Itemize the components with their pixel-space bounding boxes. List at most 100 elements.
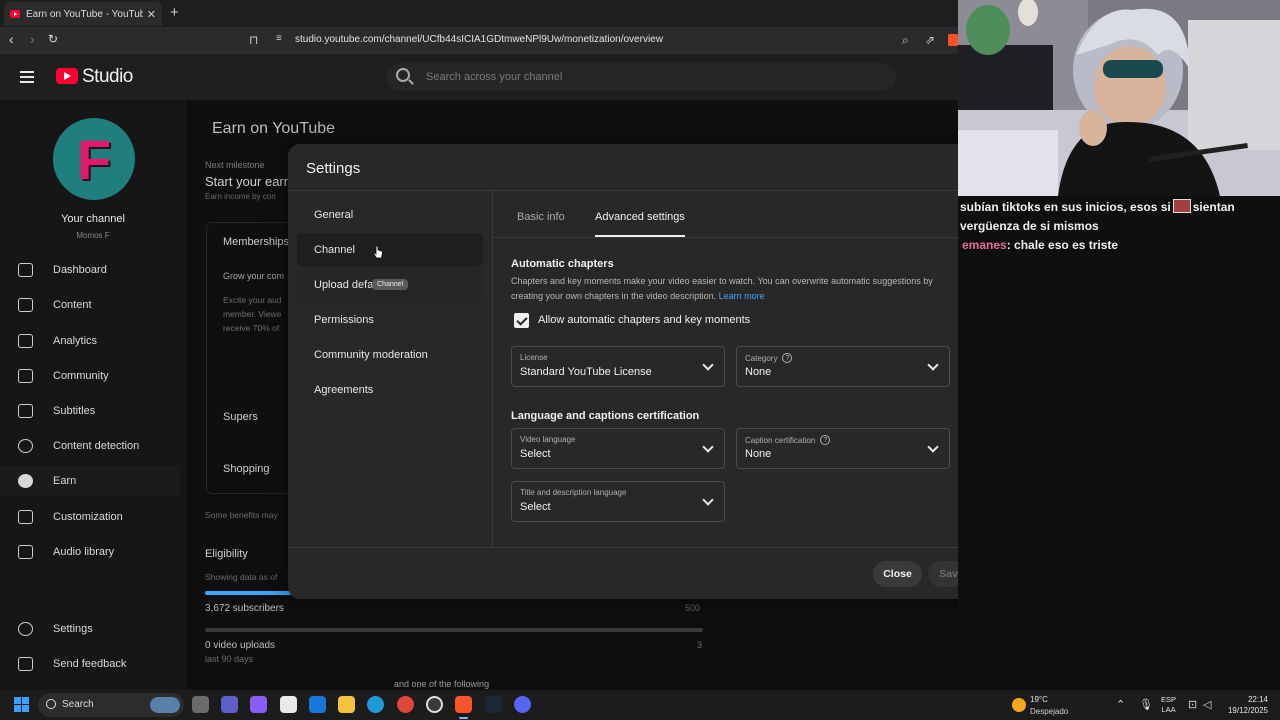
obs-icon[interactable]	[426, 696, 443, 713]
language-captions-heading: Language and captions certification	[511, 410, 700, 422]
bookmark-icon[interactable]: ⊓	[249, 33, 258, 47]
browser-tab[interactable]: Earn on YouTube - YouTube Stu ✕	[4, 2, 162, 26]
chrome-icon[interactable]	[397, 696, 414, 713]
weather-description: Despejado	[1030, 707, 1069, 716]
address-bar[interactable]: studio.youtube.com/channel/UCfb44sICIA1G…	[295, 34, 663, 45]
learn-more-link[interactable]: Learn more	[719, 291, 765, 301]
divider	[288, 547, 992, 548]
menu-icon[interactable]	[20, 71, 34, 83]
community-icon	[18, 369, 33, 383]
sidebar-item-customization[interactable]: Customization	[0, 502, 180, 532]
sidebar-item-label: Content	[53, 299, 92, 311]
sidebar-item-send-feedback[interactable]: Send feedback	[0, 649, 180, 679]
windows-start-icon[interactable]	[14, 697, 30, 713]
feedback-icon	[18, 657, 33, 671]
settings-nav-channel[interactable]: Channel	[297, 233, 483, 267]
auto-chapters-label[interactable]: Allow automatic chapters and key moments	[538, 314, 750, 326]
close-button[interactable]: Close	[873, 561, 922, 587]
volume-icon[interactable]: ◁	[1203, 698, 1211, 711]
teams-icon[interactable]	[221, 696, 238, 713]
reload-icon[interactable]: ↻	[48, 32, 58, 46]
dashboard-icon	[18, 263, 33, 277]
one-of-following-text: and one of the following	[394, 679, 490, 689]
settings-nav-permissions[interactable]: Permissions	[297, 303, 483, 337]
tab-advanced-settings[interactable]: Advanced settings	[595, 211, 685, 223]
system-clock[interactable]: 22:14 19/12/2025	[1218, 694, 1268, 716]
settings-nav-community-moderation[interactable]: Community moderation	[297, 338, 483, 372]
nav-label: Upload defa	[314, 279, 374, 291]
share-icon[interactable]: ⇗	[925, 33, 935, 47]
new-tab-icon[interactable]: +	[170, 4, 179, 21]
emote-icon	[1172, 199, 1191, 213]
discord-icon[interactable]	[514, 696, 531, 713]
caption-certification-value: None	[745, 448, 772, 460]
zoom-icon[interactable]: ⌕	[902, 33, 909, 48]
uploads-period: last 90 days	[205, 654, 254, 664]
caption-certification-select[interactable]: Caption certification? None	[736, 428, 950, 469]
chevron-up-icon[interactable]: ⌃	[1116, 698, 1125, 711]
sidebar-item-settings[interactable]: Settings	[0, 614, 180, 644]
page-title: Earn on YouTube	[212, 120, 336, 137]
file-explorer-icon[interactable]	[338, 696, 355, 713]
sidebar-item-content-detection[interactable]: Content detection	[0, 431, 180, 461]
avatar-letter: F	[76, 127, 112, 191]
sidebar-item-earn[interactable]: Earn	[0, 466, 180, 496]
title-description-language-select[interactable]: Title and description language Select	[511, 481, 725, 522]
microphone-icon[interactable]: 🎙	[1139, 698, 1153, 711]
sidebar-item-label: Send feedback	[53, 658, 127, 670]
sidebar-item-dashboard[interactable]: Dashboard	[0, 255, 180, 285]
forward-icon[interactable]: ›	[30, 31, 35, 47]
edge-icon[interactable]	[367, 696, 384, 713]
subtitles-icon	[18, 404, 33, 418]
license-label: License	[520, 353, 548, 362]
network-icon[interactable]: ⊡	[1188, 698, 1197, 711]
video-language-select[interactable]: Video language Select	[511, 428, 725, 469]
chat-text: subían tiktoks en sus inicios, esos si	[960, 200, 1171, 214]
input-language[interactable]: ESP LAA	[1161, 695, 1176, 715]
sidebar-item-subtitles[interactable]: Subtitles	[0, 396, 180, 426]
supers-heading[interactable]: Supers	[223, 411, 258, 423]
license-select[interactable]: License Standard YouTube License	[511, 346, 725, 387]
shopping-heading[interactable]: Shopping	[223, 463, 270, 475]
store-icon[interactable]	[280, 696, 297, 713]
auto-chapters-checkbox[interactable]	[514, 313, 529, 328]
search-bar[interactable]: Search across your channel	[386, 63, 896, 91]
sidebar-item-content[interactable]: Content	[0, 290, 180, 320]
studio-logo-text[interactable]: Studio	[82, 66, 133, 88]
category-select[interactable]: Category? None	[736, 346, 950, 387]
help-icon[interactable]: ?	[820, 435, 831, 445]
sidebar-item-label: Earn	[53, 475, 77, 487]
sidebar-item-label: Content detection	[53, 440, 140, 452]
sidebar-item-label: Settings	[53, 623, 93, 635]
channel-tooltip: Channel	[372, 279, 409, 290]
sidebar-item-audio-library[interactable]: Audio library	[0, 537, 180, 567]
help-icon[interactable]: ?	[782, 353, 793, 363]
brave-icon[interactable]	[455, 696, 472, 719]
settings-nav-agreements[interactable]: Agreements	[297, 373, 483, 407]
channel-avatar[interactable]: F	[53, 118, 135, 200]
tab-close-icon[interactable]: ✕	[147, 8, 156, 21]
chat-text: : chale eso es triste	[1006, 238, 1119, 252]
tab-title: Earn on YouTube - YouTube Stu	[26, 8, 143, 20]
taskbar-search[interactable]: Search	[38, 693, 184, 717]
automatic-chapters-heading: Automatic chapters	[511, 258, 614, 270]
site-settings-icon[interactable]: ≡	[276, 33, 282, 44]
outlook-icon[interactable]	[309, 696, 326, 713]
youtube-favicon-icon	[10, 10, 20, 18]
divider	[493, 237, 992, 238]
sidebar-item-analytics[interactable]: Analytics	[0, 326, 180, 356]
task-view-icon[interactable]	[192, 696, 209, 713]
nav-label: Permissions	[314, 314, 374, 326]
tab-basic-info[interactable]: Basic info	[517, 211, 565, 223]
brave-shield-icon[interactable]	[948, 34, 958, 46]
steam-icon[interactable]	[485, 696, 502, 713]
back-icon[interactable]: ‹	[9, 31, 14, 47]
copilot-icon[interactable]	[250, 696, 267, 713]
chat-message: subían tiktoks en sus inicios, esos si si…	[960, 198, 1278, 236]
youtube-logo-icon[interactable]	[56, 68, 78, 84]
clock-time: 22:14	[1247, 695, 1268, 704]
sidebar-item-label: Customization	[53, 511, 123, 523]
browser-tabbar: Earn on YouTube - YouTube Stu ✕ +	[0, 0, 958, 27]
settings-nav-general[interactable]: General	[297, 198, 483, 232]
sidebar-item-community[interactable]: Community	[0, 361, 180, 391]
